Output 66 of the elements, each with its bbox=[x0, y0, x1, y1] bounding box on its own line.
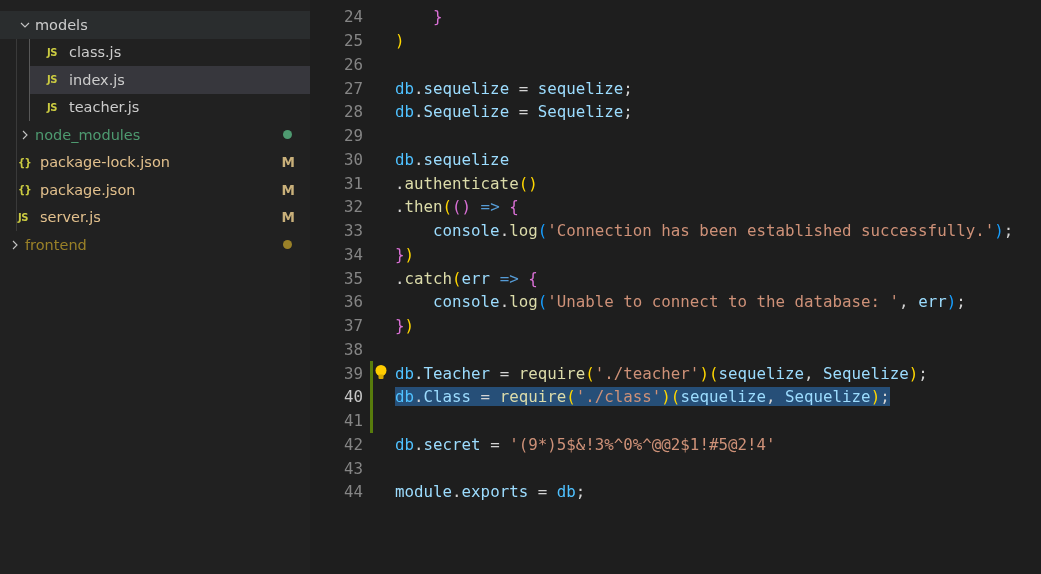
line-number: 38 bbox=[342, 339, 363, 359]
line-number: 35 bbox=[342, 268, 363, 288]
code-line: db.Sequelize = Sequelize; bbox=[395, 102, 633, 122]
file-type-icon: JS bbox=[47, 101, 61, 113]
folder-label: models bbox=[35, 16, 88, 33]
file-label: class.js bbox=[69, 44, 122, 61]
code-line: module.exports = db; bbox=[395, 482, 586, 502]
code-line: } bbox=[432, 7, 443, 27]
folder-label: node_modules bbox=[35, 126, 141, 143]
file-type-icon: {} bbox=[18, 184, 32, 196]
line-number: 43 bbox=[342, 458, 363, 478]
line-number: 28 bbox=[342, 102, 363, 122]
line-number: 26 bbox=[342, 54, 363, 74]
line-number: 42 bbox=[342, 434, 363, 454]
code-line: db.Teacher = require('./teacher')(sequelize, Sequelize); bbox=[395, 363, 928, 383]
file-type-icon: JS bbox=[47, 74, 61, 86]
line-number: 24 bbox=[342, 7, 363, 27]
line-number: 32 bbox=[342, 197, 363, 217]
line-number: 41 bbox=[342, 411, 363, 431]
file-label: teacher.js bbox=[69, 99, 140, 116]
code-line: db.sequelize bbox=[395, 149, 510, 169]
code-line: db.sequelize = sequelize; bbox=[395, 78, 633, 98]
line-number: 34 bbox=[342, 244, 363, 264]
tree-item[interactable]: {} package.json M bbox=[0, 176, 310, 204]
line-number: 30 bbox=[342, 149, 363, 169]
file-label: index.js bbox=[69, 71, 125, 88]
line-number: 31 bbox=[342, 173, 363, 193]
line-number: 37 bbox=[342, 316, 363, 336]
code-line: .authenticate() bbox=[395, 173, 538, 193]
git-status-letter: M bbox=[281, 181, 295, 198]
chevron-icon[interactable] bbox=[20, 129, 30, 140]
line-number: 44 bbox=[342, 482, 363, 502]
lightbulb-icon[interactable] bbox=[375, 364, 387, 382]
code-line: .then(() => { bbox=[395, 197, 519, 217]
code-line: .catch(err => { bbox=[395, 268, 538, 288]
file-label: package.json bbox=[40, 181, 136, 198]
code-line: ) bbox=[395, 31, 405, 51]
line-number: 27 bbox=[342, 78, 363, 98]
code-line: console.log('Connection has been established successfully.'); bbox=[432, 221, 1014, 241]
file-type-icon: {} bbox=[18, 156, 32, 168]
tree-item[interactable]: JS class.js bbox=[30, 38, 310, 66]
line-number: 39 bbox=[342, 363, 363, 383]
tree-item[interactable]: frontend bbox=[0, 231, 310, 259]
code-line: console.log('Unable to connect to the database: ', err); bbox=[432, 292, 966, 312]
tree-item[interactable]: JS index.js bbox=[30, 66, 310, 94]
code-line: db.secret = '(9*)5$&!3%^0%^@@2$1!#5@2!4' bbox=[395, 434, 776, 454]
chevron-icon[interactable] bbox=[10, 239, 20, 250]
line-number: 36 bbox=[342, 292, 363, 312]
file-label: server.js bbox=[40, 209, 101, 226]
tree-item[interactable]: node_modules bbox=[0, 121, 310, 149]
tree-item[interactable]: JS teacher.js bbox=[30, 93, 310, 121]
git-status-letter: M bbox=[281, 154, 295, 171]
tree-item[interactable]: models bbox=[0, 11, 310, 39]
tree-item[interactable]: {} package-lock.json M bbox=[0, 148, 310, 176]
file-type-icon: JS bbox=[18, 211, 32, 223]
line-number: 29 bbox=[342, 126, 363, 146]
file-type-icon: JS bbox=[47, 46, 61, 58]
line-number: 33 bbox=[342, 221, 363, 241]
file-label: package-lock.json bbox=[40, 154, 170, 171]
line-number: 40 bbox=[342, 387, 363, 407]
folder-label: frontend bbox=[25, 236, 87, 253]
git-status-letter: M bbox=[281, 209, 295, 226]
code-line: }) bbox=[395, 316, 415, 336]
code-line: }) bbox=[395, 244, 415, 264]
line-number: 25 bbox=[342, 31, 363, 51]
tree-item[interactable]: JS server.js M bbox=[0, 203, 310, 231]
